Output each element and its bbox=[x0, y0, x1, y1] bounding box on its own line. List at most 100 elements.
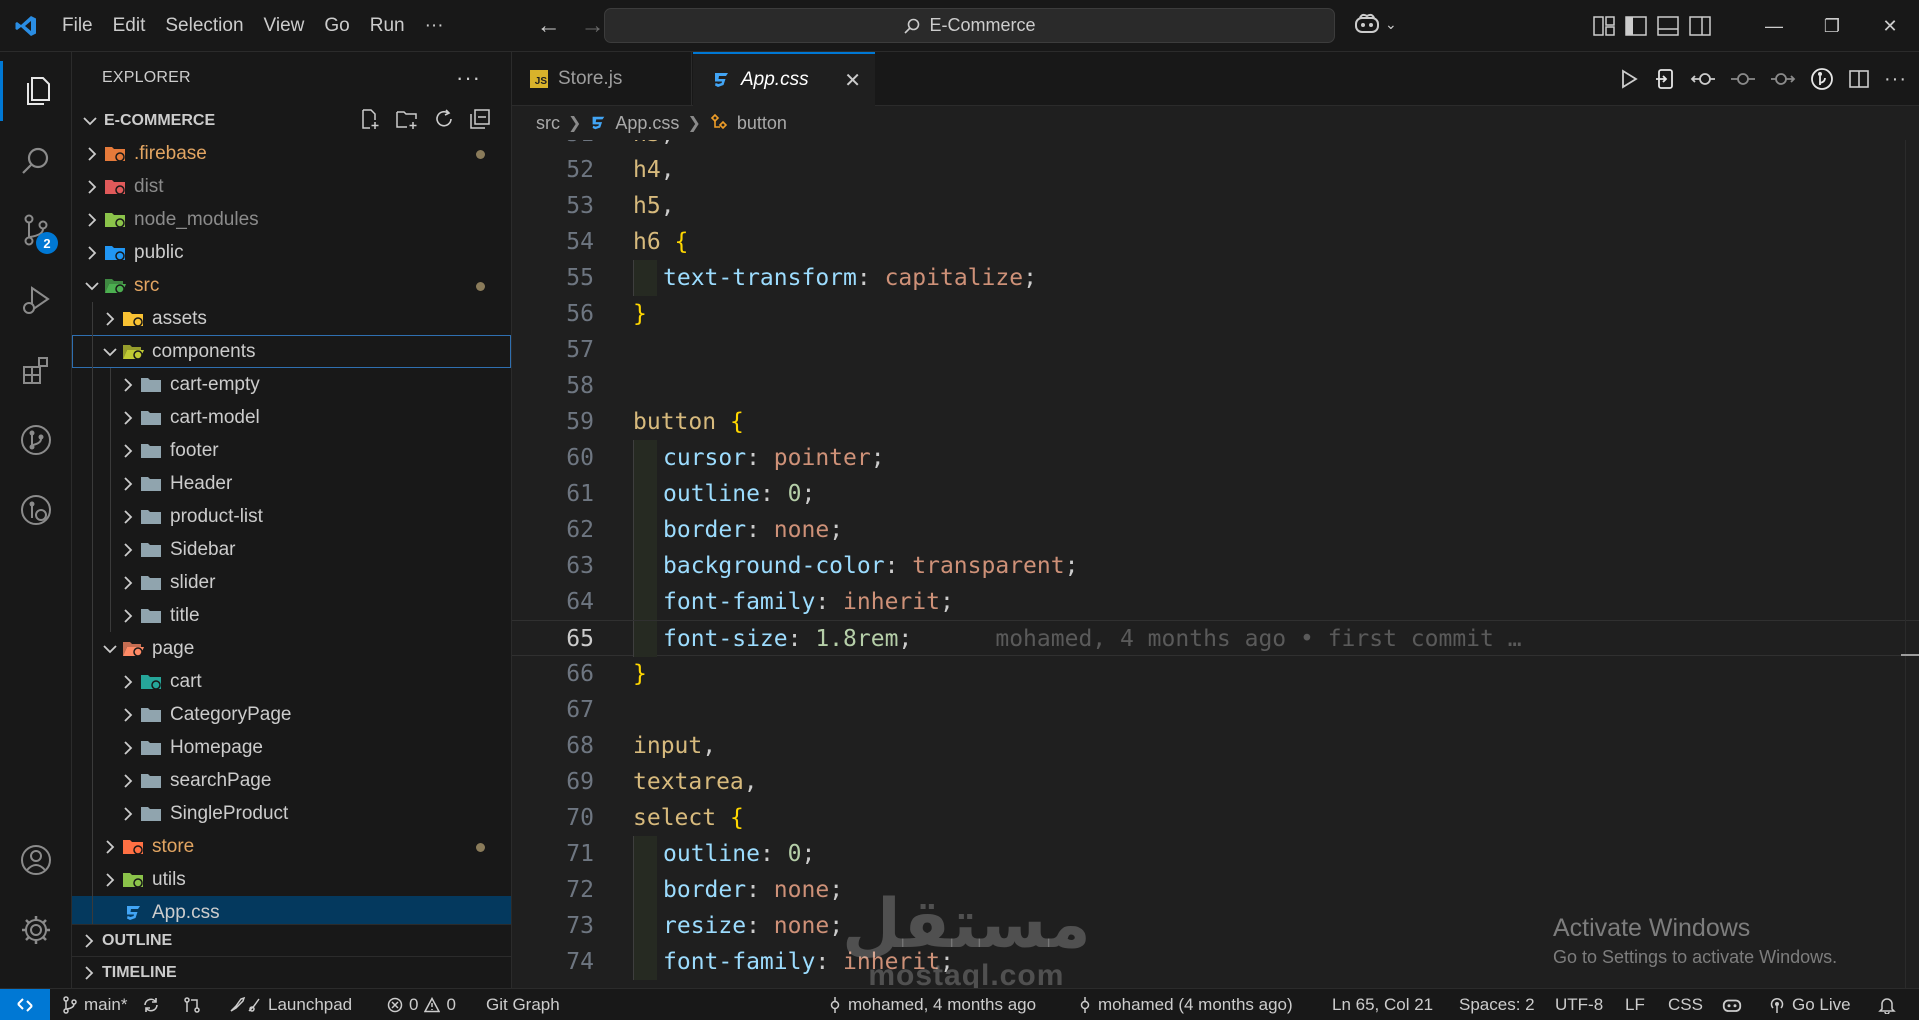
tree-item-assets[interactable]: assets bbox=[72, 302, 511, 335]
code-line[interactable]: 52 h4, bbox=[512, 152, 1919, 188]
refresh-icon[interactable] bbox=[433, 108, 455, 130]
git-actions-button[interactable] bbox=[182, 989, 202, 1020]
menu-go[interactable]: Go bbox=[314, 0, 359, 52]
minimize-icon[interactable]: — bbox=[1745, 16, 1803, 37]
encoding-status[interactable]: UTF-8 bbox=[1555, 989, 1603, 1020]
run-debug-activity[interactable] bbox=[0, 270, 72, 330]
git-graph-activity[interactable] bbox=[0, 410, 72, 470]
code-line[interactable]: 63 background-color: transparent; bbox=[512, 548, 1919, 584]
collapse-all-icon[interactable] bbox=[469, 108, 491, 130]
menu-file[interactable]: File bbox=[52, 0, 103, 52]
code-line[interactable]: 58 bbox=[512, 368, 1919, 404]
code-line[interactable]: 62 border: none; bbox=[512, 512, 1919, 548]
code-line[interactable]: 64 font-family: inherit; bbox=[512, 584, 1919, 620]
source-control-activity[interactable]: 2 bbox=[0, 200, 72, 260]
split-editor-icon[interactable] bbox=[1848, 68, 1870, 90]
close-window-icon[interactable]: ✕ bbox=[1861, 16, 1919, 37]
problems-status[interactable]: 0 0 bbox=[387, 989, 456, 1020]
code-line[interactable]: 65 font-size: 1.8rem; mohamed, 4 months a… bbox=[512, 620, 1919, 657]
toggle-panel-icon[interactable] bbox=[1657, 16, 1679, 36]
timeline-section[interactable]: TIMELINE bbox=[72, 956, 511, 988]
run-icon[interactable] bbox=[1618, 68, 1640, 90]
menu-run[interactable]: Run bbox=[360, 0, 415, 52]
more-editor-actions-icon[interactable]: ··· bbox=[1884, 68, 1907, 91]
code-line[interactable]: 59 button { bbox=[512, 404, 1919, 440]
tree-item-dist[interactable]: dist bbox=[72, 170, 511, 203]
gitlens-inspect-icon[interactable] bbox=[1810, 67, 1834, 91]
code-editor[interactable]: 51h3,52h4,53h5,54h6 {55text-transform: c… bbox=[512, 140, 1919, 988]
code-line[interactable]: 69 textarea, bbox=[512, 764, 1919, 800]
restore-icon[interactable]: ❐ bbox=[1803, 16, 1861, 37]
accounts-activity[interactable] bbox=[0, 830, 72, 890]
breadcrumb-symbol[interactable]: button bbox=[737, 113, 787, 134]
tab-app-css[interactable]: App.css ✕ bbox=[693, 52, 875, 106]
tree-item-searchpage[interactable]: searchPage bbox=[72, 764, 511, 797]
copilot-button[interactable]: ⌄ bbox=[1353, 12, 1397, 36]
project-root[interactable]: E-COMMERCE bbox=[72, 104, 511, 137]
search-activity[interactable] bbox=[0, 131, 72, 191]
toggle-secondary-sidebar-icon[interactable] bbox=[1689, 16, 1711, 36]
remote-indicator[interactable] bbox=[0, 989, 50, 1020]
language-mode[interactable]: CSS bbox=[1668, 989, 1703, 1020]
menu-edit[interactable]: Edit bbox=[103, 0, 156, 52]
tree-item-src[interactable]: src bbox=[72, 269, 511, 302]
code-line[interactable]: 56} bbox=[512, 296, 1919, 332]
menu-selection[interactable]: Selection bbox=[155, 0, 253, 52]
branch-status[interactable]: main* bbox=[62, 989, 127, 1020]
close-tab-icon[interactable]: ✕ bbox=[844, 68, 861, 93]
command-center-search[interactable]: E-Commerce bbox=[604, 8, 1335, 43]
tree-item-firebase[interactable]: .firebase bbox=[72, 137, 511, 170]
tab-store-js[interactable]: JS Store.js bbox=[512, 52, 692, 106]
breadcrumb-file[interactable]: App.css bbox=[615, 113, 679, 134]
tree-item-singleproduct[interactable]: SingleProduct bbox=[72, 797, 511, 830]
cursor-position[interactable]: Ln 65, Col 21 bbox=[1332, 989, 1433, 1020]
code-line[interactable]: 68 input, bbox=[512, 728, 1919, 764]
tree-item-utils[interactable]: utils bbox=[72, 863, 511, 896]
tree-item-sidebar[interactable]: Sidebar bbox=[72, 533, 511, 566]
tree-item-cart-empty[interactable]: cart-empty bbox=[72, 368, 511, 401]
sync-button[interactable] bbox=[141, 989, 161, 1020]
menu-more[interactable]: ··· bbox=[415, 0, 454, 52]
code-line[interactable]: 67 bbox=[512, 692, 1919, 728]
code-line[interactable]: 57 bbox=[512, 332, 1919, 368]
eol-status[interactable]: LF bbox=[1625, 989, 1645, 1020]
manage-activity[interactable] bbox=[0, 900, 72, 960]
gitlens-activity[interactable] bbox=[0, 480, 72, 540]
code-line[interactable]: 70 select { bbox=[512, 800, 1919, 836]
copilot-status[interactable] bbox=[1721, 989, 1743, 1020]
tree-item-homepage[interactable]: Homepage bbox=[72, 731, 511, 764]
tree-item-node-modules[interactable]: node_modules bbox=[72, 203, 511, 236]
code-line[interactable]: 61 outline: 0; bbox=[512, 476, 1919, 512]
code-line[interactable]: 53 h5, bbox=[512, 188, 1919, 224]
code-line[interactable]: 60 cursor: pointer; bbox=[512, 440, 1919, 476]
tree-item-cart-model[interactable]: cart-model bbox=[72, 401, 511, 434]
explorer-activity[interactable] bbox=[0, 61, 72, 121]
more-actions-icon[interactable]: ··· bbox=[456, 65, 481, 91]
commit-icon[interactable] bbox=[1730, 68, 1756, 90]
breadcrumb-src[interactable]: src bbox=[536, 113, 560, 134]
tree-item-product-list[interactable]: product-list bbox=[72, 500, 511, 533]
tree-item-header[interactable]: Header bbox=[72, 467, 511, 500]
code-line[interactable]: 55 text-transform: capitalize; bbox=[512, 260, 1919, 296]
extensions-activity[interactable] bbox=[0, 340, 72, 400]
tree-item-title[interactable]: title bbox=[72, 599, 511, 632]
tree-item-components[interactable]: components bbox=[72, 335, 511, 368]
tree-item-cart[interactable]: cart bbox=[72, 665, 511, 698]
code-line[interactable]: 54 h6 { bbox=[512, 224, 1919, 260]
tree-item-page[interactable]: page bbox=[72, 632, 511, 665]
notifications-button[interactable] bbox=[1878, 989, 1896, 1020]
file-blame-status[interactable]: mohamed (4 months ago) bbox=[1078, 989, 1293, 1020]
tree-item-public[interactable]: public bbox=[72, 236, 511, 269]
code-line[interactable]: 72 border: none; bbox=[512, 872, 1919, 908]
menu-view[interactable]: View bbox=[254, 0, 315, 52]
go-live-button[interactable]: Go Live bbox=[1768, 989, 1851, 1020]
new-folder-icon[interactable] bbox=[395, 108, 419, 130]
tree-item-categorypage[interactable]: CategoryPage bbox=[72, 698, 511, 731]
git-graph-button[interactable]: Git Graph bbox=[486, 989, 560, 1020]
launchpad-button[interactable]: Launchpad bbox=[228, 989, 352, 1020]
open-changes-icon[interactable] bbox=[1654, 68, 1676, 90]
back-arrow-icon[interactable]: ← bbox=[534, 12, 564, 40]
previous-change-icon[interactable] bbox=[1690, 68, 1716, 90]
new-file-icon[interactable] bbox=[359, 108, 381, 130]
indentation-status[interactable]: Spaces: 2 bbox=[1459, 989, 1535, 1020]
